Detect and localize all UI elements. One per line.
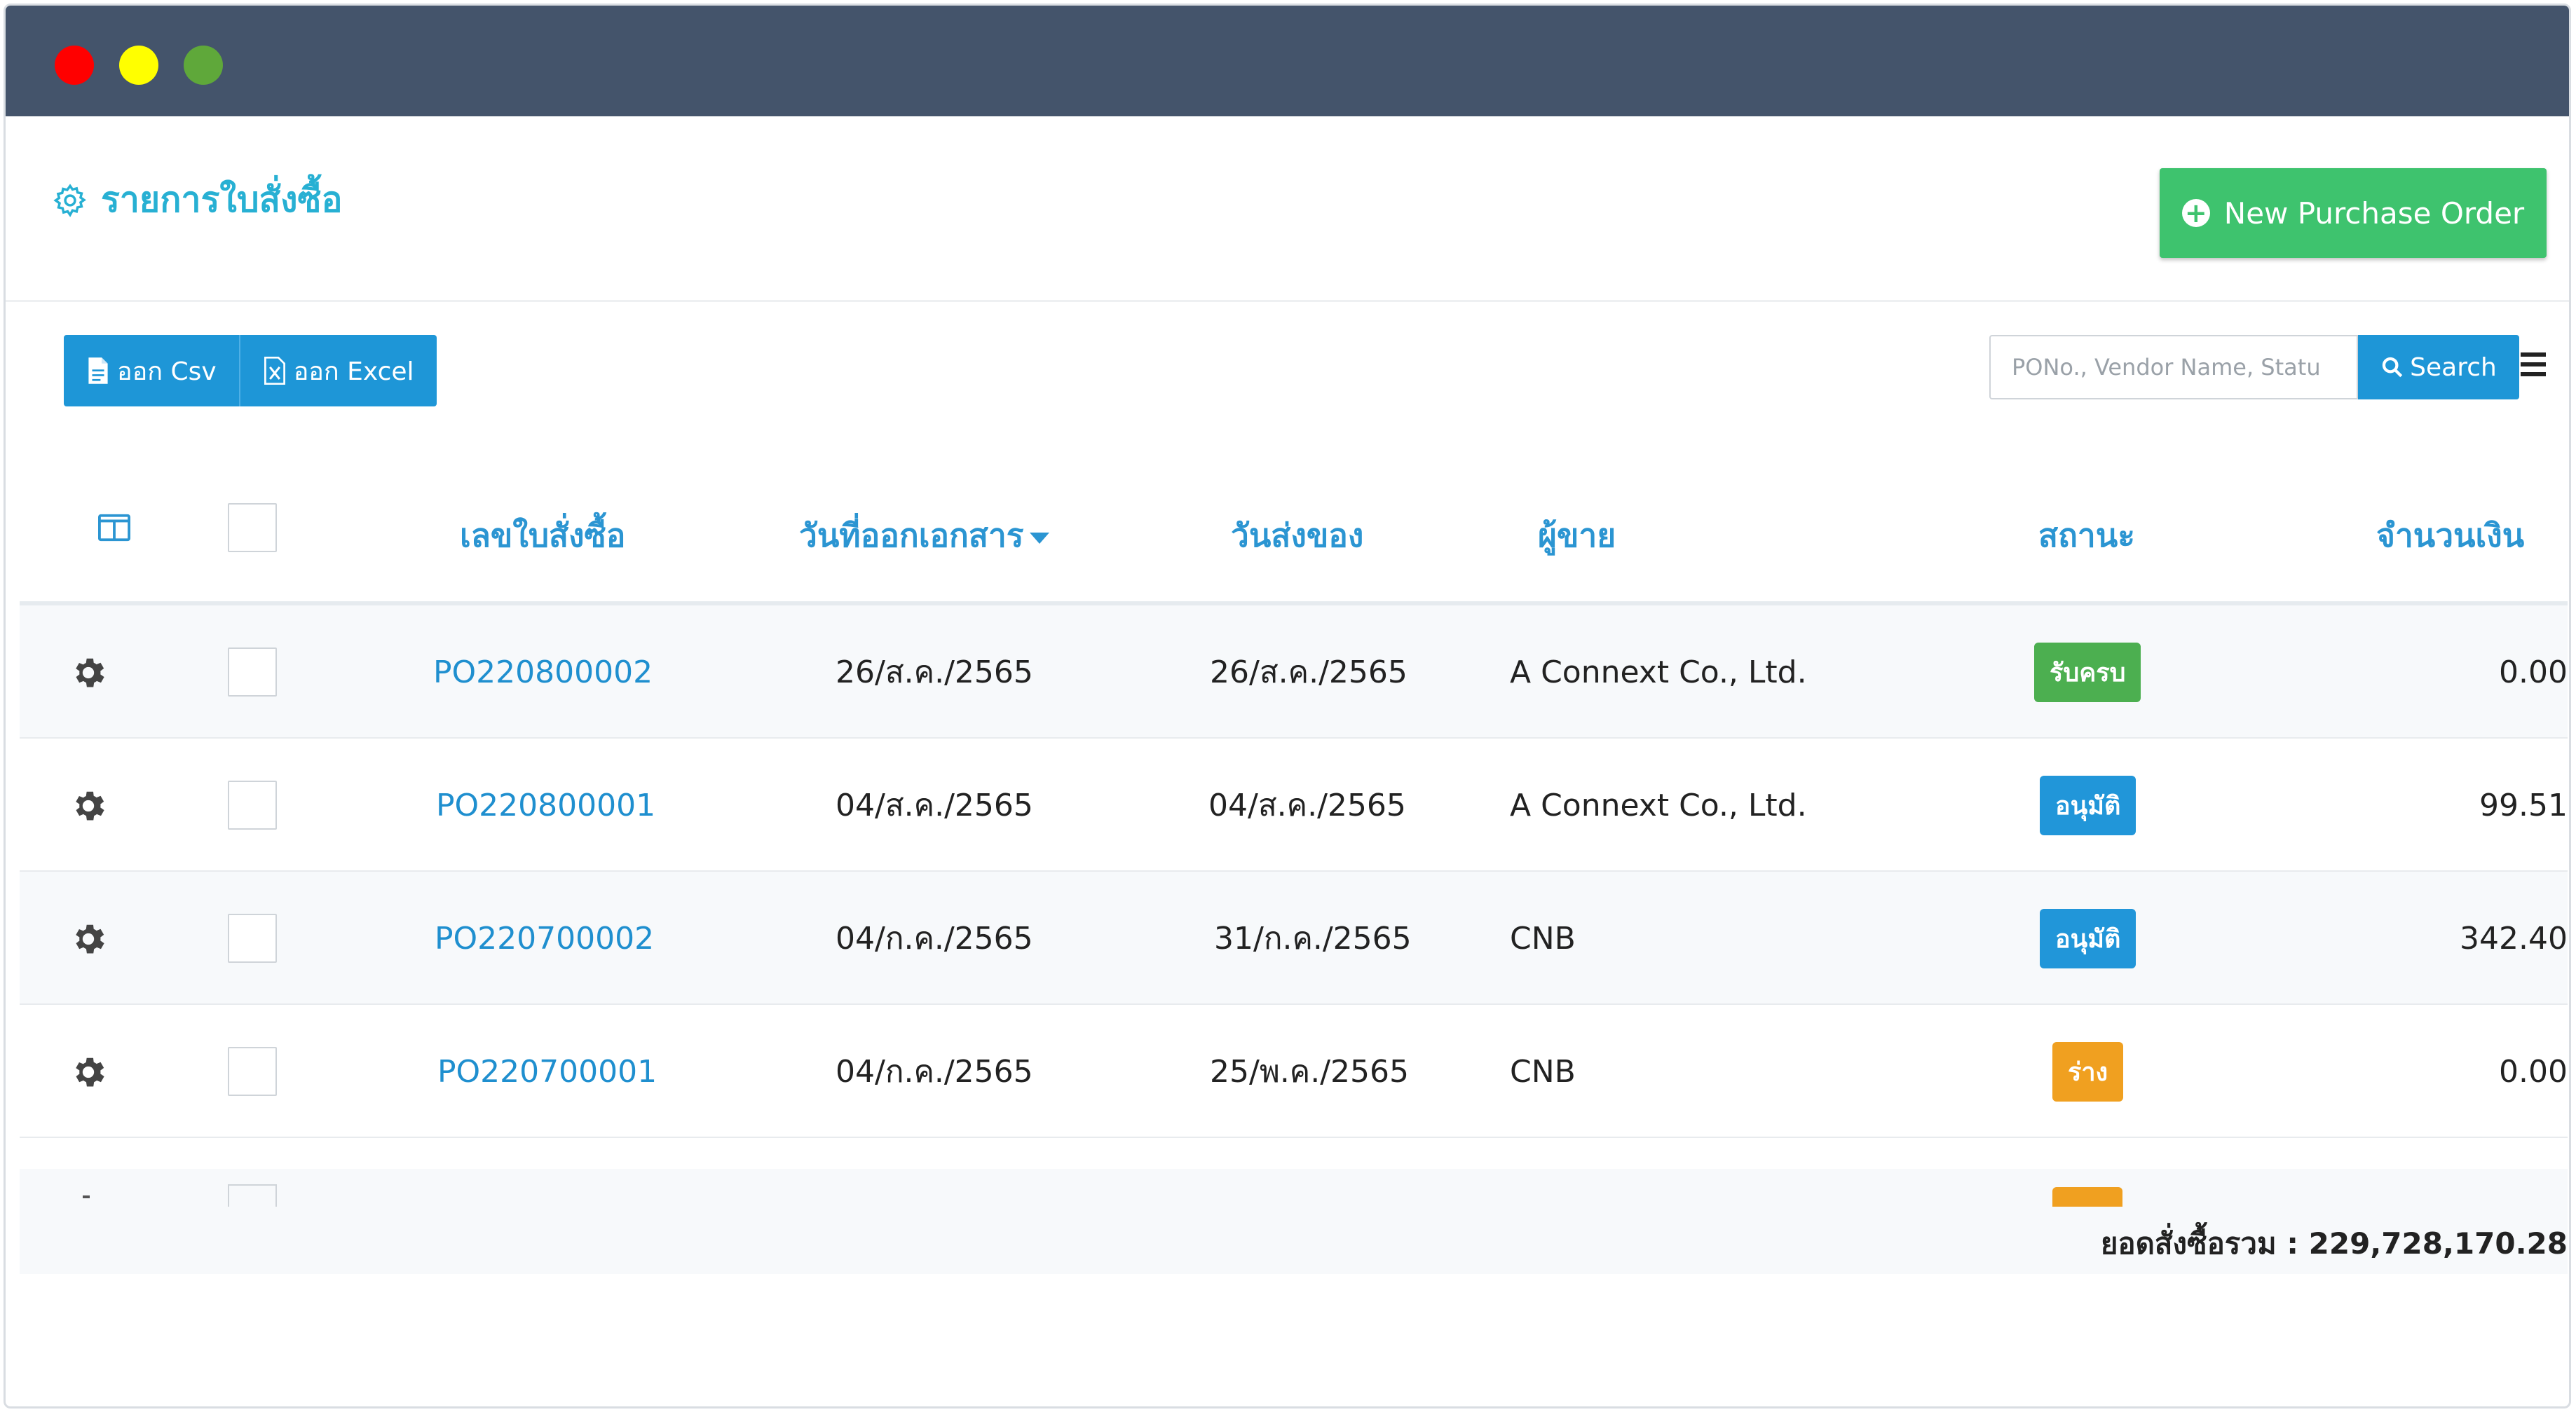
- row-settings-gear-icon[interactable]: [69, 1053, 108, 1092]
- row-settings-gear-icon[interactable]: [69, 786, 108, 825]
- file-icon: [88, 357, 108, 384]
- row-checkbox[interactable]: [228, 914, 277, 963]
- sort-desc-icon: [1029, 532, 1049, 544]
- column-header-delivery-date[interactable]: วันส่งของ: [1231, 510, 1363, 561]
- issue-date: 04/ก.ค./2565: [836, 921, 1033, 957]
- column-header-status[interactable]: สถานะ: [2038, 510, 2135, 561]
- export-excel-button[interactable]: ออก Excel: [238, 335, 437, 406]
- vendor-name: A Connext Co., Ltd.: [1510, 654, 1807, 690]
- vendor-name: A Connext Co., Ltd.: [1510, 787, 1807, 823]
- amount: 0.00: [2499, 654, 2568, 690]
- columns-toggle-icon[interactable]: [98, 514, 130, 542]
- delivery-date: 31/ก.ค./2565: [1214, 921, 1412, 957]
- amount: 342.40: [2460, 920, 2568, 957]
- row-checkbox[interactable]: [228, 1184, 277, 1207]
- search-input[interactable]: [1989, 335, 2358, 399]
- export-button-group: ออก Csv ออก Excel: [64, 335, 437, 406]
- select-all-checkbox[interactable]: [228, 503, 277, 552]
- status-badge: อนุมัติ: [2040, 908, 2137, 968]
- table-row: PO220700002 04/ก.ค./2565 31/ก.ค./2565 CN…: [20, 872, 2568, 1005]
- po-number-link[interactable]: PO220700001: [437, 1054, 657, 1090]
- row-settings-gear-icon[interactable]: [69, 919, 108, 959]
- plus-circle-icon: +: [2181, 199, 2210, 227]
- close-window-button[interactable]: [55, 46, 94, 85]
- minimize-window-button[interactable]: [119, 46, 158, 85]
- excel-file-icon: [264, 356, 285, 385]
- maximize-window-button[interactable]: [184, 46, 223, 85]
- header-divider: [6, 300, 2569, 302]
- column-header-issue-date[interactable]: วันที่ออกเอกสาร: [799, 510, 1049, 561]
- new-purchase-order-label: New Purchase Order: [2223, 196, 2525, 231]
- issue-date: 26/ส.ค./2565: [836, 654, 1033, 690]
- status-badge: อนุมัติ: [2040, 775, 2137, 835]
- table-row: PO220800001 04/ส.ค./2565 04/ส.ค./2565 A …: [20, 739, 2568, 872]
- delivery-date: 04/ส.ค./2565: [1208, 788, 1406, 823]
- title-bar: [6, 6, 2569, 116]
- row-checkbox[interactable]: [228, 1047, 277, 1096]
- hamburger-menu-icon[interactable]: [2521, 352, 2546, 376]
- page-title-text: รายการใบสั่งซื้อ: [101, 179, 343, 220]
- row-settings-gear-icon[interactable]: [83, 1195, 90, 1198]
- issue-date-label: วันที่ออกเอกสาร: [799, 516, 1024, 554]
- status-badge: [2052, 1187, 2122, 1207]
- vendor-name: CNB: [1510, 920, 1576, 957]
- po-number-link[interactable]: PO220700002: [435, 921, 654, 957]
- total-amount: ยอดสั่งซื้อรวม : 229,728,170.28: [2100, 1226, 2568, 1261]
- po-number-link[interactable]: PO220800002: [433, 654, 653, 690]
- amount: 0.00: [2499, 1053, 2568, 1090]
- column-header-amount[interactable]: จำนวนเงิน: [2376, 510, 2524, 561]
- delivery-date: 25/พ.ค./2565: [1210, 1054, 1410, 1090]
- search-button[interactable]: Search: [2358, 335, 2519, 399]
- search-label: Search: [2410, 352, 2497, 382]
- new-purchase-order-button[interactable]: + New Purchase Order: [2160, 168, 2547, 258]
- export-csv-button[interactable]: ออก Csv: [64, 335, 239, 406]
- table-header: เลขใบสั่งซื้อ วันที่ออกเอกสาร วันส่งของ …: [20, 468, 2568, 601]
- column-header-po-number[interactable]: เลขใบสั่งซื้อ: [460, 510, 625, 561]
- vendor-name: CNB: [1510, 1053, 1576, 1090]
- row-checkbox[interactable]: [228, 781, 277, 830]
- page-title: รายการใบสั่งซื้อ: [52, 172, 342, 228]
- gear-outline-icon: [53, 183, 86, 217]
- issue-date: 04/ก.ค./2565: [836, 1054, 1033, 1090]
- status-badge: ร่าง: [2052, 1041, 2124, 1102]
- issue-date: 04/ส.ค./2565: [836, 788, 1033, 823]
- status-badge: รับครบ: [2034, 642, 2141, 702]
- row-settings-gear-icon[interactable]: [69, 653, 108, 692]
- export-csv-label: ออก Csv: [117, 357, 217, 386]
- amount: 99.51: [2479, 787, 2568, 823]
- app-window: รายการใบสั่งซื้อ + New Purchase Order ออ…: [4, 4, 2571, 1408]
- table-footer: ยอดสั่งซื้อรวม : 229,728,170.28: [20, 1207, 2568, 1274]
- table-row-partial: [20, 1169, 2568, 1207]
- delivery-date: 26/ส.ค./2565: [1210, 654, 1408, 690]
- table-row: PO220700001 04/ก.ค./2565 25/พ.ค./2565 CN…: [20, 1005, 2568, 1138]
- search-icon: [2382, 357, 2403, 378]
- table-row: PO220800002 26/ส.ค./2565 26/ส.ค./2565 A …: [20, 605, 2568, 739]
- row-checkbox[interactable]: [228, 647, 277, 697]
- po-number-link[interactable]: PO220800001: [436, 788, 655, 823]
- export-excel-label: ออก Excel: [293, 357, 414, 386]
- column-header-vendor[interactable]: ผู้ขาย: [1538, 510, 1616, 561]
